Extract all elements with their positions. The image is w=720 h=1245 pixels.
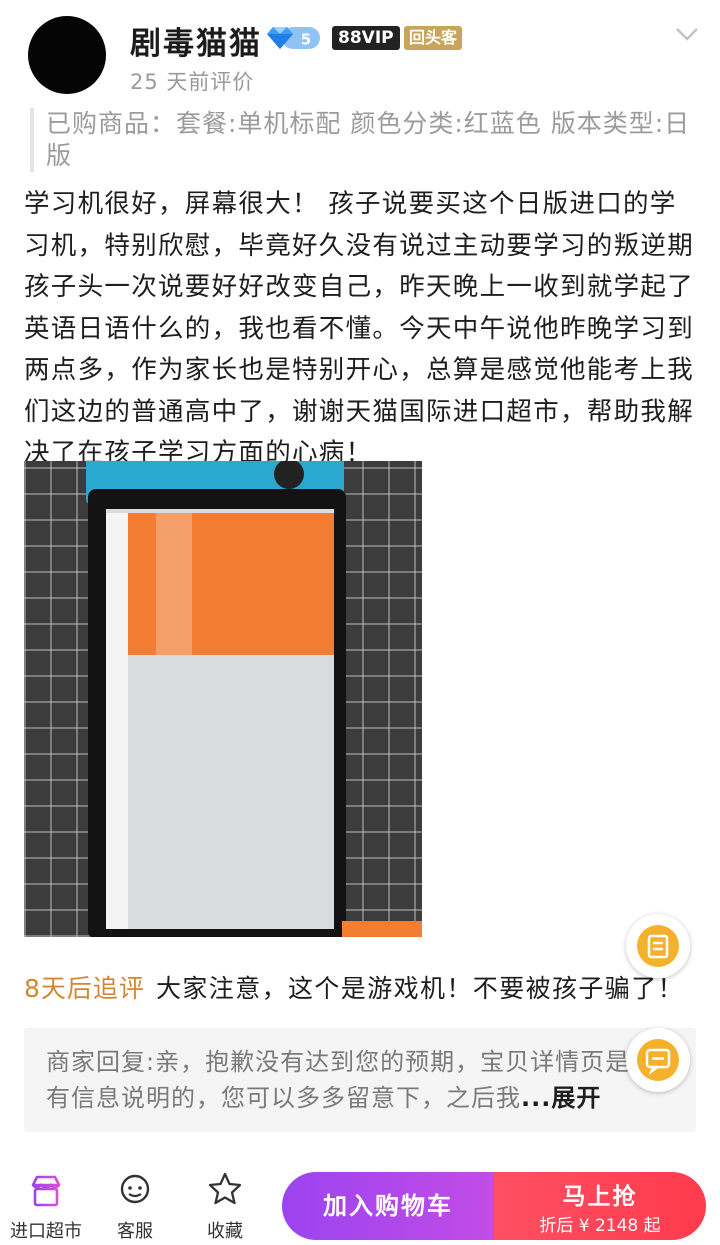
tab-label-service[interactable]: 客服	[85, 1217, 185, 1243]
list-icon	[647, 934, 669, 959]
level-diamond-icon: 5	[267, 27, 320, 49]
tab-label-store[interactable]: 进口超市	[0, 1217, 96, 1243]
avatar[interactable]	[28, 16, 106, 94]
review-text: 学习机很好，屏幕很大！ 孩子说要买这个日版进口的学习机，特别欣慰，毕竟好久没有说…	[24, 189, 695, 468]
question-icon	[645, 1048, 671, 1075]
repeat-customer-badge: 回头客	[404, 26, 463, 50]
star-icon[interactable]	[207, 1172, 243, 1206]
floating-question-button[interactable]	[626, 1028, 690, 1092]
customer-service-icon[interactable]	[117, 1174, 153, 1208]
chevron-down-icon[interactable]	[674, 24, 700, 44]
add-to-cart-label[interactable]: 加入购物车	[282, 1172, 494, 1240]
review-time: 25 天前评价	[130, 70, 255, 94]
username[interactable]: 剧毒猫猫	[130, 18, 262, 63]
expand-button[interactable]: 展开	[551, 1084, 601, 1112]
floating-list-button[interactable]	[626, 914, 690, 978]
vip-badge: 88VIP	[332, 26, 400, 50]
device-stand	[342, 921, 422, 937]
store-icon[interactable]	[28, 1174, 64, 1208]
list-icon-bg	[637, 925, 679, 967]
review-photo[interactable]	[24, 461, 422, 937]
buy-now-label[interactable]: 马上抢	[494, 1177, 706, 1211]
reply-ellipsis: ...	[521, 1084, 552, 1112]
purchased-item-info: 已购商品：套餐:单机标配 颜色分类:红蓝色 版本类型:日版	[30, 108, 696, 172]
question-icon-bg	[637, 1039, 679, 1081]
screen-orange-panel	[106, 513, 334, 655]
buy-now-price[interactable]: 折后 ¥ 2148 起	[494, 1211, 706, 1236]
followup-time: 8天后追评	[24, 974, 145, 1003]
screen-highlight-strip	[156, 513, 192, 655]
merchant-reply-text: 商家回复:亲，抱歉没有达到您的预期，宝贝详情页是有信息说明的，您可以多多留意下，…	[46, 1044, 650, 1116]
followup-text: 大家注意，这个是游戏机！不要被孩子骗了！	[156, 974, 685, 1003]
tab-label-favorite[interactable]: 收藏	[175, 1217, 275, 1243]
level-number: 5	[301, 31, 311, 49]
screen-sidebar	[106, 513, 128, 929]
